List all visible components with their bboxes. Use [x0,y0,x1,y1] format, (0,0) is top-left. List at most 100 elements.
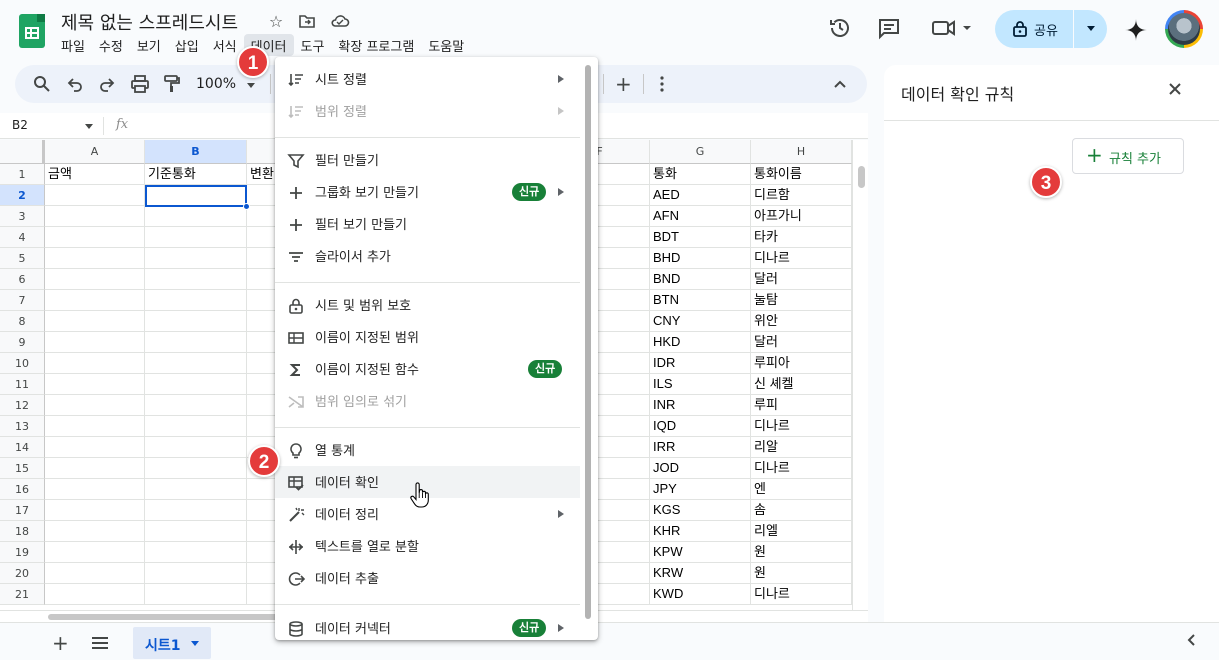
selected-cell-outline[interactable] [145,185,247,207]
row-header[interactable]: 20 [0,563,45,584]
paint-format-icon[interactable] [162,74,182,94]
cell-b14[interactable] [145,437,247,458]
menu-item-lightbulb[interactable]: 열 통계 [275,434,580,466]
row-header[interactable]: 5 [0,248,45,269]
cell-g12[interactable]: INR [650,395,751,416]
cell-g20[interactable]: KRW [650,563,751,584]
cell-a7[interactable] [45,290,145,311]
menu-insert[interactable]: 삽입 [168,34,206,56]
cell-g2[interactable]: AED [650,185,751,206]
cell-g1[interactable]: 통화 [650,164,751,185]
row-header[interactable]: 12 [0,395,45,416]
cell-b8[interactable] [145,311,247,332]
cell-h14[interactable]: 리알 [751,437,852,458]
row-header[interactable]: 2 [0,185,45,206]
cell-a11[interactable] [45,374,145,395]
cell-b3[interactable] [145,206,247,227]
cell-b1[interactable]: 기준통화 [145,164,247,185]
cell-a15[interactable] [45,458,145,479]
zoom-select[interactable]: 100% [196,76,236,92]
cell-a21[interactable] [45,584,145,605]
row-header[interactable]: 8 [0,311,45,332]
print-icon[interactable] [130,74,150,94]
menu-format[interactable]: 서식 [206,34,244,56]
cell-a10[interactable] [45,353,145,374]
cell-h11[interactable]: 신 셰켈 [751,374,852,395]
cell-b5[interactable] [145,248,247,269]
cell-g18[interactable]: KHR [650,521,751,542]
menu-help[interactable]: 도움말 [421,34,471,56]
row-header[interactable]: 15 [0,458,45,479]
menu-item-plus[interactable]: 그룹화 보기 만들기 신규 [275,176,580,208]
cell-g8[interactable]: CNY [650,311,751,332]
menu-file[interactable]: 파일 [54,34,92,56]
row-header[interactable]: 18 [0,521,45,542]
cell-g4[interactable]: BDT [650,227,751,248]
cell-a2[interactable] [45,185,145,206]
row-header[interactable]: 19 [0,542,45,563]
row-header[interactable]: 4 [0,227,45,248]
menu-item-sort-range[interactable]: 범위 정렬 [275,95,580,127]
cell-a12[interactable] [45,395,145,416]
menu-item-sort[interactable]: 시트 정렬 [275,63,580,95]
menu-scrollbar[interactable] [585,65,591,619]
cell-h3[interactable]: 아프가니 [751,206,852,227]
cell-h15[interactable]: 디나르 [751,458,852,479]
redo-icon[interactable] [97,74,117,94]
cell-h4[interactable]: 타카 [751,227,852,248]
menu-item-shuffle[interactable]: 범위 임의로 섞기 [275,385,580,417]
cell-a18[interactable] [45,521,145,542]
cell-h17[interactable]: 솜 [751,500,852,521]
row-header[interactable]: 7 [0,290,45,311]
cell-b9[interactable] [145,332,247,353]
cell-g11[interactable]: ILS [650,374,751,395]
cell-h12[interactable]: 루피 [751,395,852,416]
cell-g10[interactable]: IDR [650,353,751,374]
cell-b18[interactable] [145,521,247,542]
share-button[interactable]: 공유 [995,10,1107,48]
cell-a13[interactable] [45,416,145,437]
sheets-logo-icon[interactable] [19,14,45,48]
menu-item-named-range[interactable]: 이름이 지정된 범위 [275,321,580,353]
sheet-tab-dropdown-icon[interactable] [191,641,199,646]
menu-item-filter[interactable]: 필터 만들기 [275,144,580,176]
cell-h18[interactable]: 리엘 [751,521,852,542]
gemini-sparkle-icon[interactable] [1124,18,1148,42]
cell-g7[interactable]: BTN [650,290,751,311]
menu-tools[interactable]: 도구 [294,34,332,56]
cell-a14[interactable] [45,437,145,458]
meet-icon[interactable] [932,16,976,40]
menu-item-plus[interactable]: 필터 보기 만들기 [275,208,580,240]
cell-g15[interactable]: JOD [650,458,751,479]
cell-h16[interactable]: 엔 [751,479,852,500]
column-header-h[interactable]: H [751,140,852,164]
document-title[interactable]: 제목 없는 스프레드시트 [61,9,238,35]
cell-b15[interactable] [145,458,247,479]
menu-extensions[interactable]: 확장 프로그램 [331,34,421,56]
close-icon[interactable] [1168,82,1182,96]
fill-handle[interactable] [243,203,250,210]
menu-item-sigma[interactable]: 이름이 지정된 함수 신규 [275,353,580,385]
search-menus-icon[interactable] [32,74,52,94]
cell-h19[interactable]: 원 [751,542,852,563]
cell-h5[interactable]: 디나르 [751,248,852,269]
name-box[interactable]: B2 [12,118,28,132]
comments-icon[interactable] [877,16,901,40]
star-icon[interactable]: ☆ [266,12,286,32]
cell-b7[interactable] [145,290,247,311]
cell-b6[interactable] [145,269,247,290]
add-sheet-icon[interactable]: + [52,631,69,655]
cell-g17[interactable]: KGS [650,500,751,521]
cell-a19[interactable] [45,542,145,563]
menu-item-slicer[interactable]: 슬라이서 추가 [275,240,580,272]
cell-g13[interactable]: IQD [650,416,751,437]
cell-h9[interactable]: 달러 [751,332,852,353]
cell-g9[interactable]: HKD [650,332,751,353]
row-header[interactable]: 3 [0,206,45,227]
cell-b10[interactable] [145,353,247,374]
vertical-scroll-thumb[interactable] [858,166,865,188]
cell-b13[interactable] [145,416,247,437]
row-header[interactable]: 10 [0,353,45,374]
cell-h7[interactable]: 눌탐 [751,290,852,311]
cell-h2[interactable]: 디르함 [751,185,852,206]
